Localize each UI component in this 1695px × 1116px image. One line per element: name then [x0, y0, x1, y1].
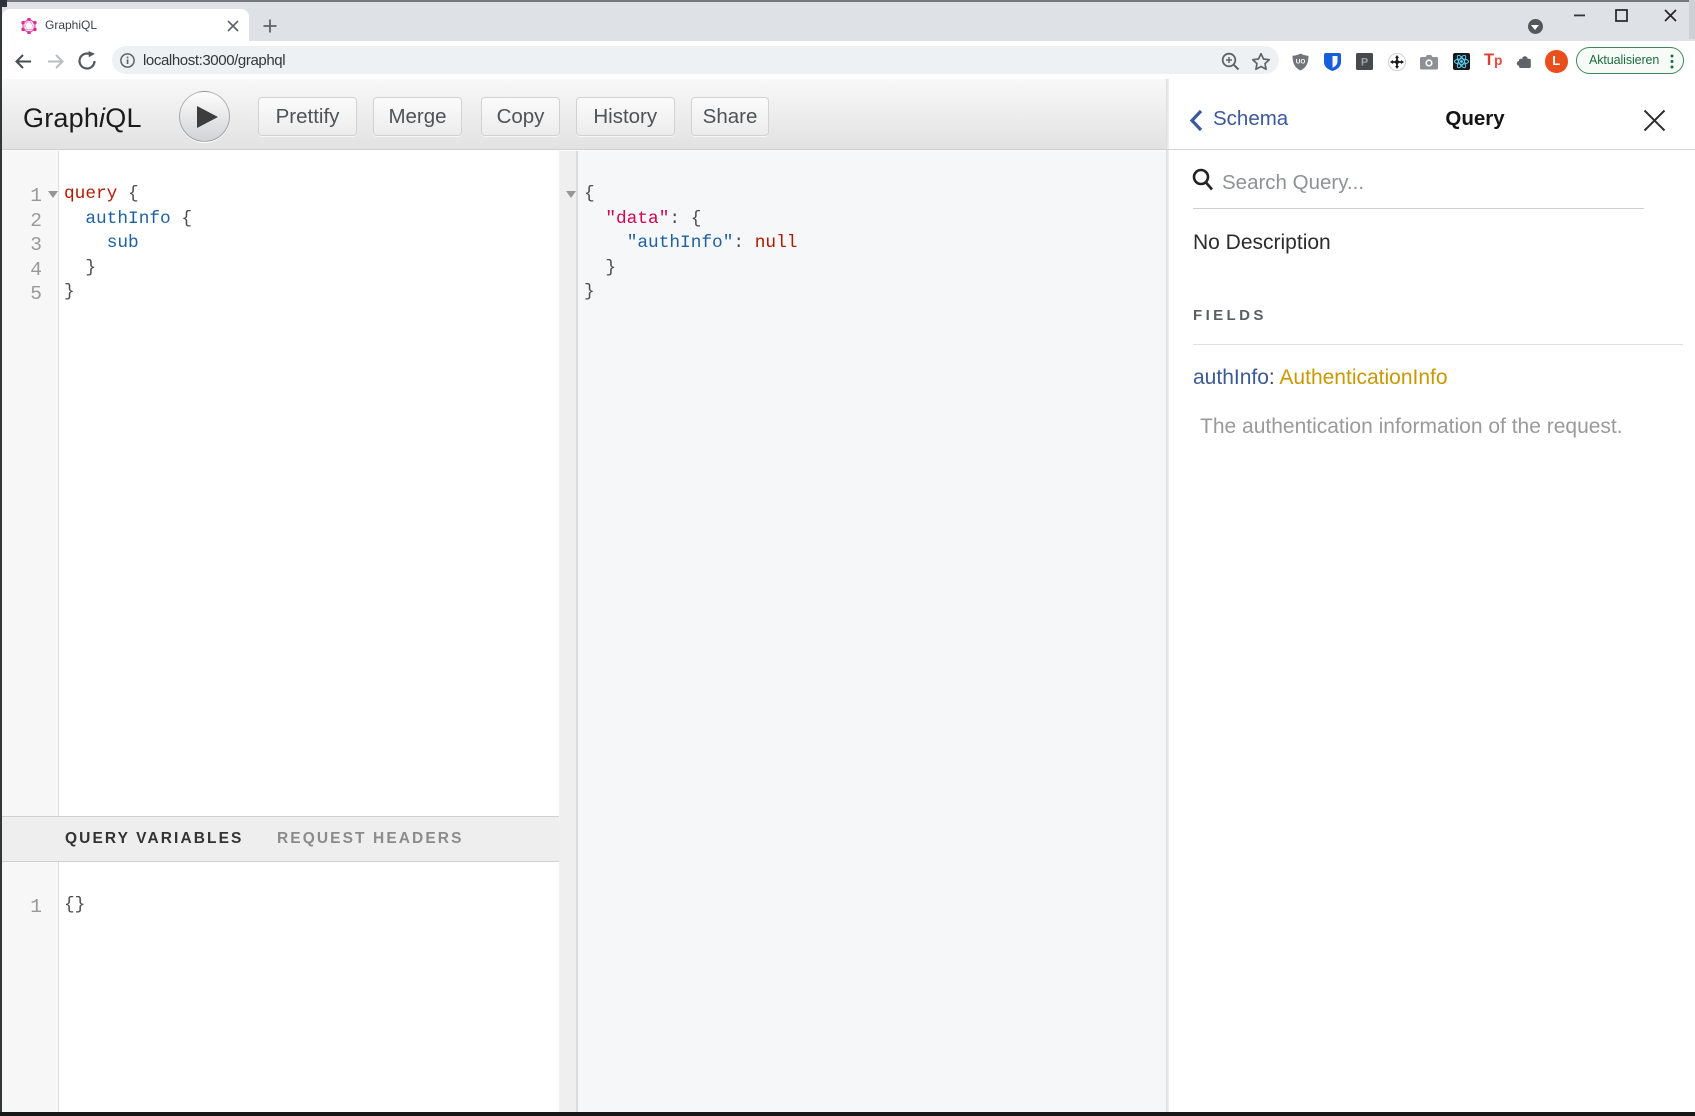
svg-text:P: P — [1361, 57, 1368, 69]
svg-text:UO: UO — [1295, 59, 1305, 66]
